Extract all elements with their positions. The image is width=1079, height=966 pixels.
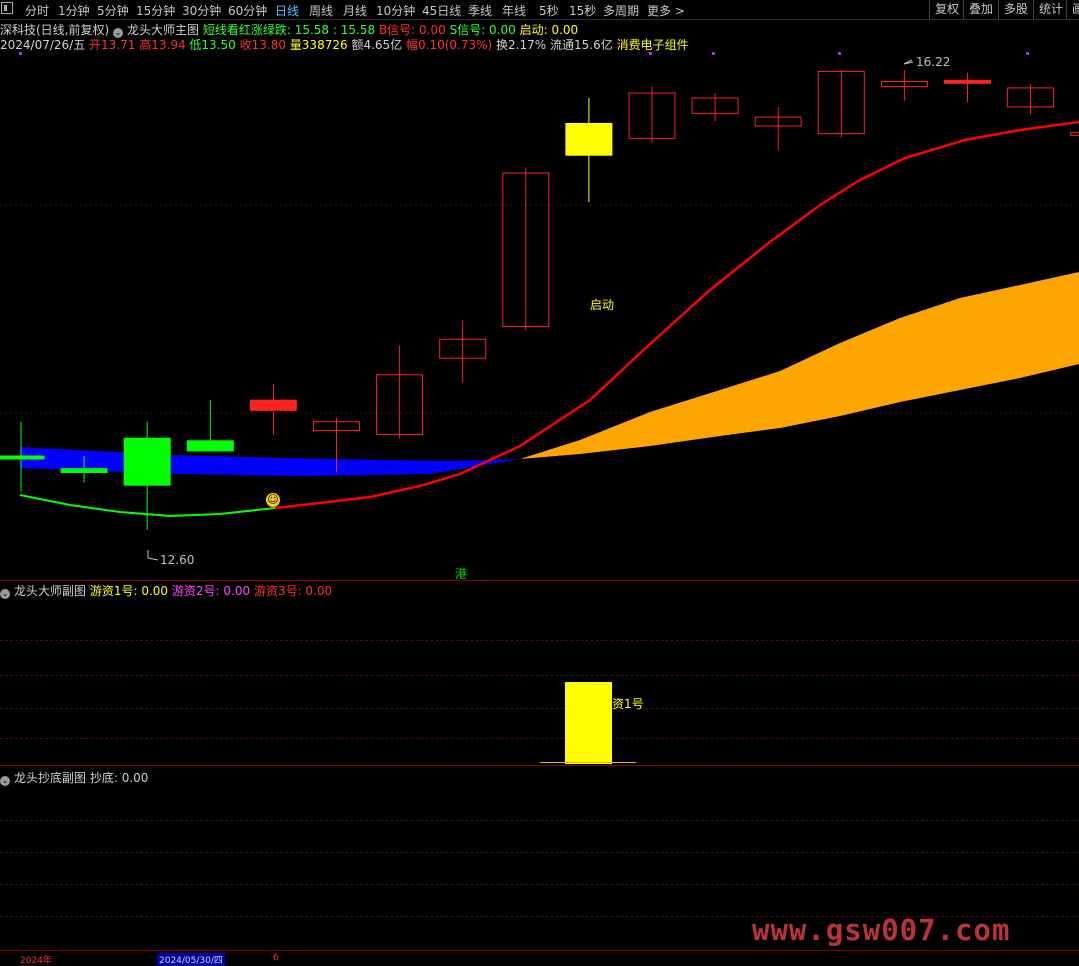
axis-date-cursor: 2024/05/30/四 bbox=[157, 953, 225, 966]
candle-body bbox=[123, 437, 171, 486]
toolbar-button-0[interactable]: 复权 bbox=[929, 0, 964, 19]
low-pointer bbox=[147, 550, 159, 561]
window-icon[interactable] bbox=[1, 2, 13, 14]
tab-period-1[interactable]: 1分钟 bbox=[58, 2, 90, 19]
grid-line bbox=[0, 738, 1079, 739]
tab-period-9[interactable]: 10分钟 bbox=[376, 2, 415, 19]
youzi2-value: 游资2号: 0.00 bbox=[171, 584, 251, 598]
sub1-name: 龙头大师副图 bbox=[14, 584, 87, 598]
period-toolbar: 分时 1分钟 5分钟 15分钟 30分钟 60分钟 日线 周线 月线 10分钟 45日线 季线 年线 5秒… bbox=[0, 0, 1079, 20]
signal-dot bbox=[1026, 52, 1029, 55]
sub1-header: ⌄ 龙头大师副图 游资1号: 0.00 游资2号: 0.00 游资3号: 0.00 bbox=[0, 582, 332, 599]
collapse-icon[interactable]: ⌄ bbox=[0, 589, 10, 599]
youzi1-value: 游资1号: 0.00 bbox=[89, 584, 169, 598]
grid-line bbox=[0, 640, 1079, 641]
youzi-baseline bbox=[540, 762, 636, 763]
candle-body bbox=[944, 79, 991, 84]
tab-period-6[interactable]: 日线 bbox=[275, 2, 299, 19]
date-axis: 2024年 2024/05/30/四 6 bbox=[0, 953, 1079, 966]
tab-period-14[interactable]: 15秒 bbox=[569, 2, 596, 19]
sub2-header: ⌄ 龙头抄底副图 抄底: 0.00 bbox=[0, 769, 148, 786]
candle-body bbox=[60, 468, 108, 474]
youzi1-bar bbox=[565, 682, 612, 764]
signal-dot bbox=[19, 52, 22, 55]
candle-body bbox=[1070, 131, 1079, 136]
tab-period-11[interactable]: 季线 bbox=[468, 2, 492, 19]
grid-line bbox=[0, 820, 1079, 821]
s-signal: S信号: 0.00 bbox=[449, 23, 516, 37]
grid-line bbox=[0, 884, 1079, 885]
start-label: 启动 bbox=[590, 298, 615, 312]
grid-line bbox=[0, 675, 1079, 676]
tab-period-16[interactable]: 更多 > bbox=[647, 2, 685, 19]
stock-title: 深科技(日线,前复权) bbox=[0, 23, 110, 37]
candle-body bbox=[565, 122, 613, 156]
candle-body bbox=[0, 455, 45, 460]
axis-tick: 6 bbox=[273, 953, 279, 963]
start-signal: 启动: 0.00 bbox=[519, 23, 579, 37]
tab-period-8[interactable]: 月线 bbox=[343, 2, 367, 19]
grid-line bbox=[0, 708, 1079, 709]
signal-dot bbox=[712, 52, 715, 55]
panel-separator bbox=[0, 580, 1079, 581]
tab-period-12[interactable]: 年线 bbox=[502, 2, 526, 19]
signal-dot bbox=[838, 52, 841, 55]
tab-period-4[interactable]: 30分钟 bbox=[182, 2, 221, 19]
b-signal: B信号: 0.00 bbox=[378, 23, 446, 37]
toolbar-button-3[interactable]: 统计 bbox=[1033, 0, 1068, 19]
toolbar-button-1[interactable]: 叠加 bbox=[963, 0, 998, 19]
main-chart[interactable] bbox=[0, 50, 1079, 580]
candle-body bbox=[186, 440, 234, 452]
tab-period-3[interactable]: 15分钟 bbox=[136, 2, 175, 19]
tab-period-5[interactable]: 60分钟 bbox=[228, 2, 267, 19]
panel-separator bbox=[0, 950, 1079, 951]
tab-period-15[interactable]: 多周期 bbox=[603, 2, 639, 19]
high-price-label: 16.22 bbox=[916, 55, 951, 69]
indicator-name: 龙头大师主图 bbox=[127, 23, 200, 37]
smiley-icon: ☺ bbox=[266, 493, 280, 507]
axis-year: 2024年 bbox=[20, 956, 52, 966]
collapse-icon[interactable]: ⌄ bbox=[0, 776, 10, 786]
toolbar-button-4[interactable]: 画 bbox=[1066, 0, 1079, 19]
signal-dot bbox=[649, 52, 652, 55]
tab-period-2[interactable]: 5分钟 bbox=[97, 2, 129, 19]
low-price-label: 12.60 bbox=[160, 553, 195, 567]
tab-period-0[interactable]: 分时 bbox=[25, 2, 49, 19]
high-pointer bbox=[903, 59, 914, 65]
panel-separator bbox=[0, 765, 1079, 766]
chaodi-value: 抄底: 0.00 bbox=[89, 771, 149, 785]
tab-period-10[interactable]: 45日线 bbox=[422, 2, 461, 19]
indicator-line: 短线看红涨绿跌: 15.58 : 15.58 bbox=[202, 23, 376, 37]
candle-body bbox=[249, 399, 297, 411]
sub2-name: 龙头抄底副图 bbox=[14, 771, 87, 785]
tab-period-7[interactable]: 周线 bbox=[309, 2, 333, 19]
watermark: www.gsw007.com bbox=[752, 913, 1011, 947]
tab-period-13[interactable]: 5秒 bbox=[539, 2, 559, 19]
youzi3-value: 游资3号: 0.00 bbox=[253, 584, 333, 598]
grid-line bbox=[0, 852, 1079, 853]
toolbar-button-2[interactable]: 多股 bbox=[998, 0, 1033, 19]
youzi1-bar-label: 资1号 bbox=[612, 697, 644, 711]
